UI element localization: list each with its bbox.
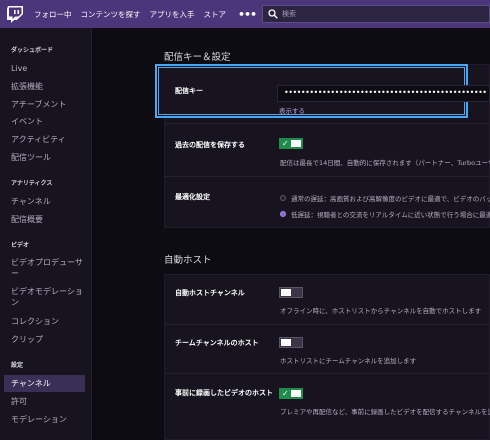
sidebar-item-stream-tools[interactable]: 配信ツール bbox=[11, 152, 51, 163]
divider bbox=[164, 176, 490, 177]
sidebar-item-permissions[interactable]: 許可 bbox=[11, 396, 27, 407]
sidebar-item-clips[interactable]: クリップ bbox=[11, 334, 43, 345]
prerecorded-desc: プレミアや再配信など、事前に録画したビデオを配信するチャンネルを追加 bbox=[280, 408, 490, 416]
sidebar-item-video-producer[interactable]: ビデオプロデューサー bbox=[11, 257, 89, 279]
sidebar-item-activity[interactable]: アクティビティ bbox=[11, 134, 66, 145]
check-icon: ✓ bbox=[282, 139, 289, 148]
sidebar-item-video-moderation[interactable]: ビデオモデレーション bbox=[11, 286, 89, 308]
toggle-knob bbox=[291, 390, 301, 397]
search-icon bbox=[268, 9, 278, 19]
sidebar-item-channel-analytics[interactable]: チャンネル bbox=[11, 196, 51, 207]
sidebar-section-dashboard: ダッシュボード bbox=[11, 47, 54, 54]
auto-host-label: 自動ホストチャンネル bbox=[175, 289, 245, 297]
optimize-label: 最適化設定 bbox=[175, 193, 210, 201]
sidebar-item-extensions[interactable]: 拡張機能 bbox=[11, 81, 43, 92]
store-past-label: 過去の配信を保存する bbox=[175, 141, 245, 149]
more-menu-icon[interactable]: ••• bbox=[238, 8, 257, 21]
divider bbox=[164, 373, 490, 374]
radio-low-latency[interactable] bbox=[280, 211, 286, 217]
sidebar-item-stream-summary[interactable]: 配信概要 bbox=[11, 214, 43, 225]
stream-key-label: 配信キー bbox=[175, 87, 203, 95]
search-box[interactable] bbox=[262, 5, 490, 23]
store-past-toggle[interactable]: ✓ bbox=[279, 138, 303, 149]
section-heading-auto-host: 自動ホスト bbox=[164, 255, 212, 266]
sidebar-section-analytics: アナリティクス bbox=[11, 180, 53, 187]
team-host-label: チームチャンネルのホスト bbox=[175, 339, 259, 347]
nav-get-app[interactable]: アプリを入手 bbox=[150, 9, 195, 20]
toggle-knob bbox=[281, 339, 291, 346]
sidebar-section-settings: 設定 bbox=[11, 362, 24, 369]
radio-normal-latency[interactable] bbox=[280, 195, 286, 201]
normal-latency-text: 通常の遅延：高画質および高解像度のビデオに最適で、ビデオのバッ bbox=[291, 195, 490, 203]
sidebar-item-moderation[interactable]: モデレーション bbox=[11, 414, 67, 425]
toggle-knob bbox=[281, 289, 291, 296]
show-key-link[interactable]: 表示する bbox=[279, 105, 305, 115]
stream-key-field[interactable]: ••••••••••••••••••••••••••••••••••••••••… bbox=[277, 85, 490, 102]
nav-store[interactable]: ストア bbox=[204, 9, 227, 20]
auto-host-desc: オフライン時に、ホストリストからチャンネルを自動でホストします bbox=[280, 307, 482, 315]
auto-host-toggle[interactable] bbox=[279, 287, 303, 298]
team-host-desc: ホストリストにチームチャンネルを追加します bbox=[280, 357, 417, 365]
sidebar: ダッシュボード Live 拡張機能 アチーブメント イベント アクティビティ 配… bbox=[0, 28, 92, 440]
sidebar-item-achievements[interactable]: アチーブメント bbox=[11, 99, 66, 110]
prerecorded-toggle[interactable]: ✓ bbox=[279, 388, 303, 399]
divider bbox=[164, 123, 490, 124]
section-heading-stream-key: 配信キー＆設定 bbox=[164, 52, 231, 63]
search-input[interactable] bbox=[282, 10, 462, 18]
toggle-knob bbox=[291, 140, 301, 147]
sidebar-item-collections[interactable]: コレクション bbox=[11, 316, 59, 327]
low-latency-text: 低遅延：視聴者との交流をリアルタイムに近い状態で行う場合に最適で bbox=[291, 211, 490, 219]
nav-following[interactable]: フォロー中 bbox=[34, 9, 72, 20]
twitch-logo-icon[interactable] bbox=[4, 3, 26, 25]
sidebar-section-video: ビデオ bbox=[11, 242, 30, 249]
check-icon: ✓ bbox=[282, 389, 289, 398]
sidebar-item-events[interactable]: イベント bbox=[11, 116, 43, 127]
sidebar-item-live[interactable]: Live bbox=[11, 63, 27, 74]
top-nav: フォロー中 コンテンツを探す アプリを入手 ストア ••• bbox=[0, 0, 490, 28]
team-host-toggle[interactable] bbox=[279, 337, 303, 348]
nav-browse[interactable]: コンテンツを探す bbox=[81, 9, 141, 20]
prerecorded-label: 事前に録画したビデオのホスト bbox=[175, 389, 273, 397]
divider bbox=[164, 324, 490, 325]
sidebar-item-channel-settings[interactable]: チャンネル bbox=[4, 375, 85, 392]
store-past-desc: 配信は最長で14日間、自動的に保存されます（パートナー、Turboユーザ bbox=[280, 159, 490, 167]
